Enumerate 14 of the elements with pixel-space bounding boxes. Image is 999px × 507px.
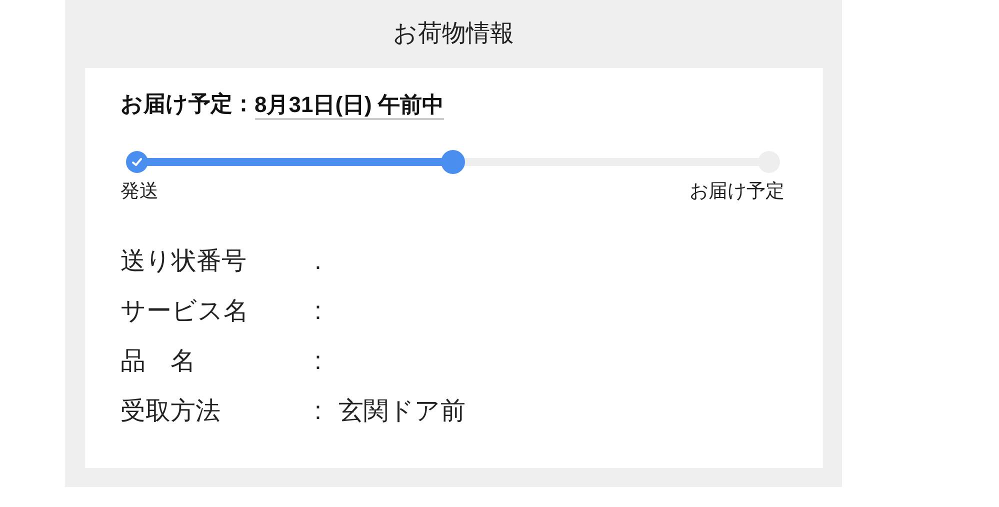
delivery-date: 8月31日(日) 午前中 [254,92,444,120]
separator: : [314,396,322,427]
separator: : [314,346,322,377]
detail-label: サービス名 [120,296,250,327]
detail-label: 送り状番号 [120,246,248,277]
delivery-label: お届け予定： [120,90,254,118]
separator: . [314,246,322,277]
separator: : [314,296,322,327]
panel-title: お荷物情報 [393,19,514,49]
step-label: お届け予定 [690,180,784,204]
detail-value: 玄関ドア前 [338,396,466,427]
detail-label: 受取方法 [120,396,222,427]
detail-label: 品 名 [120,346,196,377]
step-label: 発送 [120,180,158,204]
